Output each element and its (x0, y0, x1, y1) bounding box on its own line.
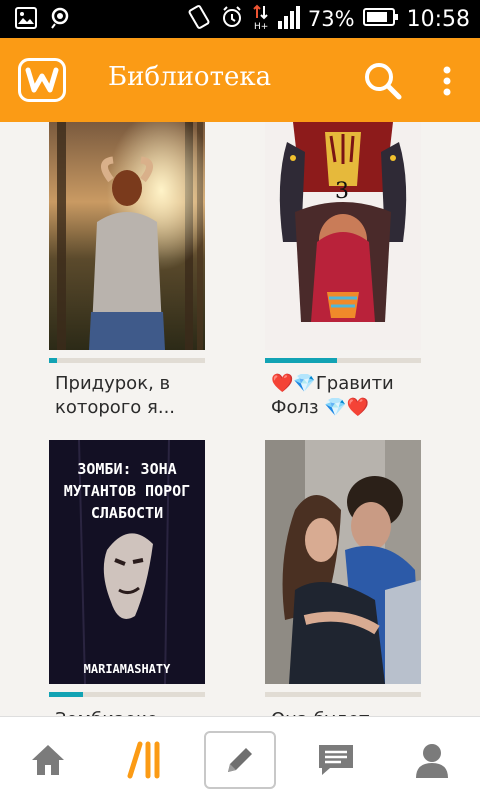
alarm-icon (220, 5, 244, 33)
bottom-navigation (0, 716, 480, 800)
data-arrows-icon: H+ (252, 4, 270, 34)
reading-progress-fill (49, 692, 84, 697)
messages-icon[interactable] (300, 731, 372, 789)
reading-progress-fill (265, 358, 337, 363)
book-title[interactable]: Придурок, в которого я... (55, 372, 215, 420)
profile-icon[interactable] (396, 731, 468, 789)
vibrate-icon (186, 4, 212, 34)
book-cover-image[interactable]: 3 (265, 122, 421, 350)
wattpad-logo[interactable] (18, 58, 66, 102)
status-bar: H+ 73% 10:58 (0, 0, 480, 38)
reading-progress-fill (49, 358, 57, 363)
svg-text:3: 3 (335, 179, 349, 204)
write-icon[interactable] (204, 731, 276, 789)
book-title[interactable]: ❤️💎Гравити Фолз 💎❤️ (271, 372, 431, 420)
reading-progress-bar (265, 692, 421, 697)
more-vert-icon[interactable] (432, 62, 462, 100)
book-cover-image[interactable] (265, 440, 421, 684)
cover-author: MARIAMASHATY (83, 662, 171, 676)
page-title: Библиотека (108, 62, 272, 92)
book-title[interactable]: Она будет... (271, 708, 431, 716)
svg-text:H+: H+ (254, 22, 268, 30)
book-cover-image[interactable] (49, 122, 205, 350)
cover-heading: ЗОМБИ: ЗОНА МУТАНТОВ ПОРОГ СЛАБОСТИ (63, 460, 191, 522)
clock: 10:58 (406, 6, 470, 32)
home-icon[interactable] (12, 731, 84, 789)
book-cover-image[interactable]: ЗОМБИ: ЗОНА МУТАНТОВ ПОРОГ СЛАБОСТИ MARI… (49, 440, 205, 684)
library-grid: Придурок, в которого я... 3 ❤️💎Гравити Ф… (0, 122, 480, 716)
reading-progress-bar (49, 692, 205, 697)
gallery-icon (14, 6, 38, 34)
battery-percent: 73% (307, 7, 355, 31)
reading-progress-bar (49, 358, 205, 363)
library-icon[interactable] (108, 731, 180, 789)
book-title[interactable]: Зомбиаоко... (55, 708, 215, 716)
app-bar: Библиотека (0, 38, 480, 122)
signal-icon (277, 5, 300, 33)
reading-progress-bar (265, 358, 421, 363)
mic-icon (48, 6, 72, 34)
battery-icon (362, 7, 399, 31)
search-icon[interactable] (362, 60, 404, 102)
